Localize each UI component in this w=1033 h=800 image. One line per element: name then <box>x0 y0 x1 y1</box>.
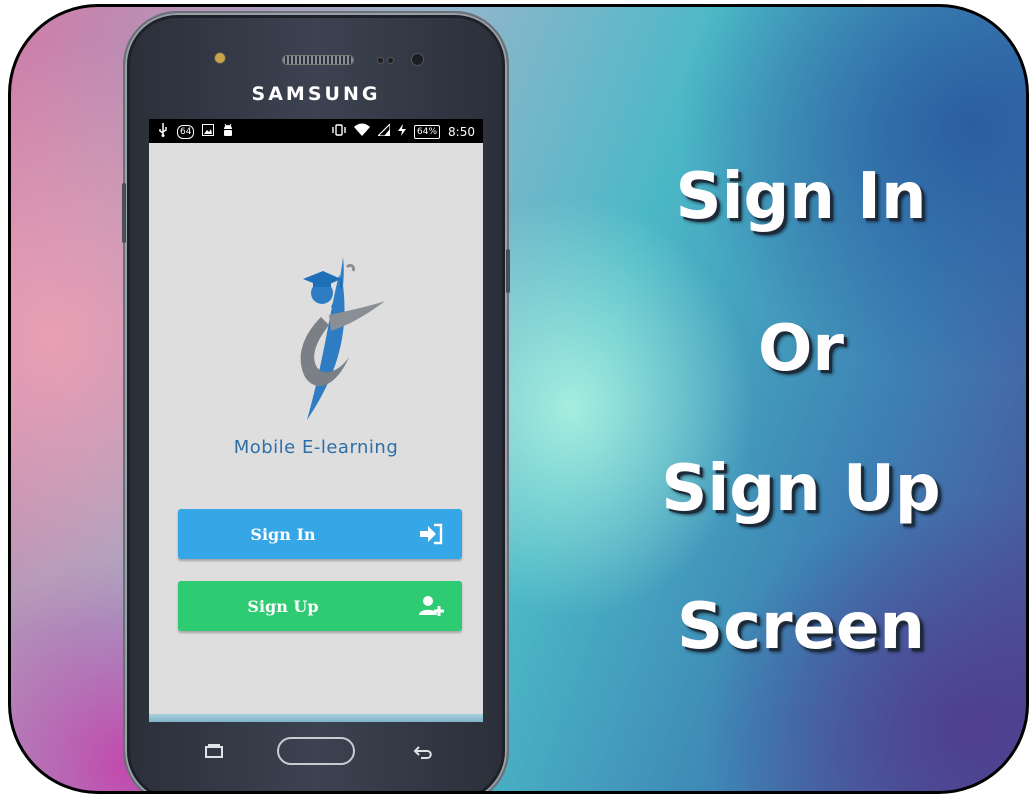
image-icon <box>202 124 215 140</box>
volume-button <box>122 183 126 243</box>
light-sensor <box>388 58 393 63</box>
phone-brand: SAMSUNG <box>251 83 381 105</box>
power-button <box>506 249 510 293</box>
android-icon <box>222 123 234 141</box>
usb-icon <box>157 123 169 141</box>
app-name: Mobile E-learning <box>233 437 399 458</box>
charging-icon <box>398 123 407 140</box>
status-left: 64 <box>157 123 234 141</box>
phone-screen: 64 64% 8:50 Mobile E-learning Sign In Si… <box>149 119 483 722</box>
clock-time: 8:50 <box>448 124 475 139</box>
elearning-logo-icon <box>300 257 385 420</box>
home-button[interactable] <box>277 737 355 765</box>
proximity-sensor <box>378 58 383 63</box>
badge-64-icon: 64 <box>177 125 195 139</box>
wifi-icon <box>354 123 371 140</box>
sign-in-icon <box>420 523 443 545</box>
earpiece-speaker <box>283 56 353 64</box>
sign-up-button[interactable]: Sign Up <box>178 581 462 631</box>
screen-bottom-edge <box>149 714 483 722</box>
headline-sign-up: Sign Up <box>661 452 941 526</box>
selfie-camera <box>412 54 423 65</box>
sign-in-label: Sign In <box>250 524 316 544</box>
promo-frame: SAMSUNG 64 64% 8:50 Mobile E-learning Si… <box>8 4 1029 794</box>
status-right: 64% 8:50 <box>332 122 475 140</box>
battery-indicator: 64% <box>414 124 441 139</box>
signal-icon <box>376 122 391 140</box>
vibrate-icon <box>332 123 346 140</box>
sign-up-label: Sign Up <box>247 596 319 616</box>
recent-apps-icon[interactable] <box>205 744 223 758</box>
sign-in-button[interactable]: Sign In <box>178 509 462 559</box>
front-camera <box>215 53 225 63</box>
headline-screen: Screen <box>677 590 925 664</box>
headline-or: Or <box>758 312 844 386</box>
back-icon[interactable] <box>413 745 433 759</box>
phone-mockup: SAMSUNG 64 64% 8:50 Mobile E-learning Si… <box>122 13 510 791</box>
add-user-icon <box>419 596 444 616</box>
headline-sign-in: Sign In <box>675 160 927 234</box>
status-bar: 64 64% 8:50 <box>149 119 483 143</box>
